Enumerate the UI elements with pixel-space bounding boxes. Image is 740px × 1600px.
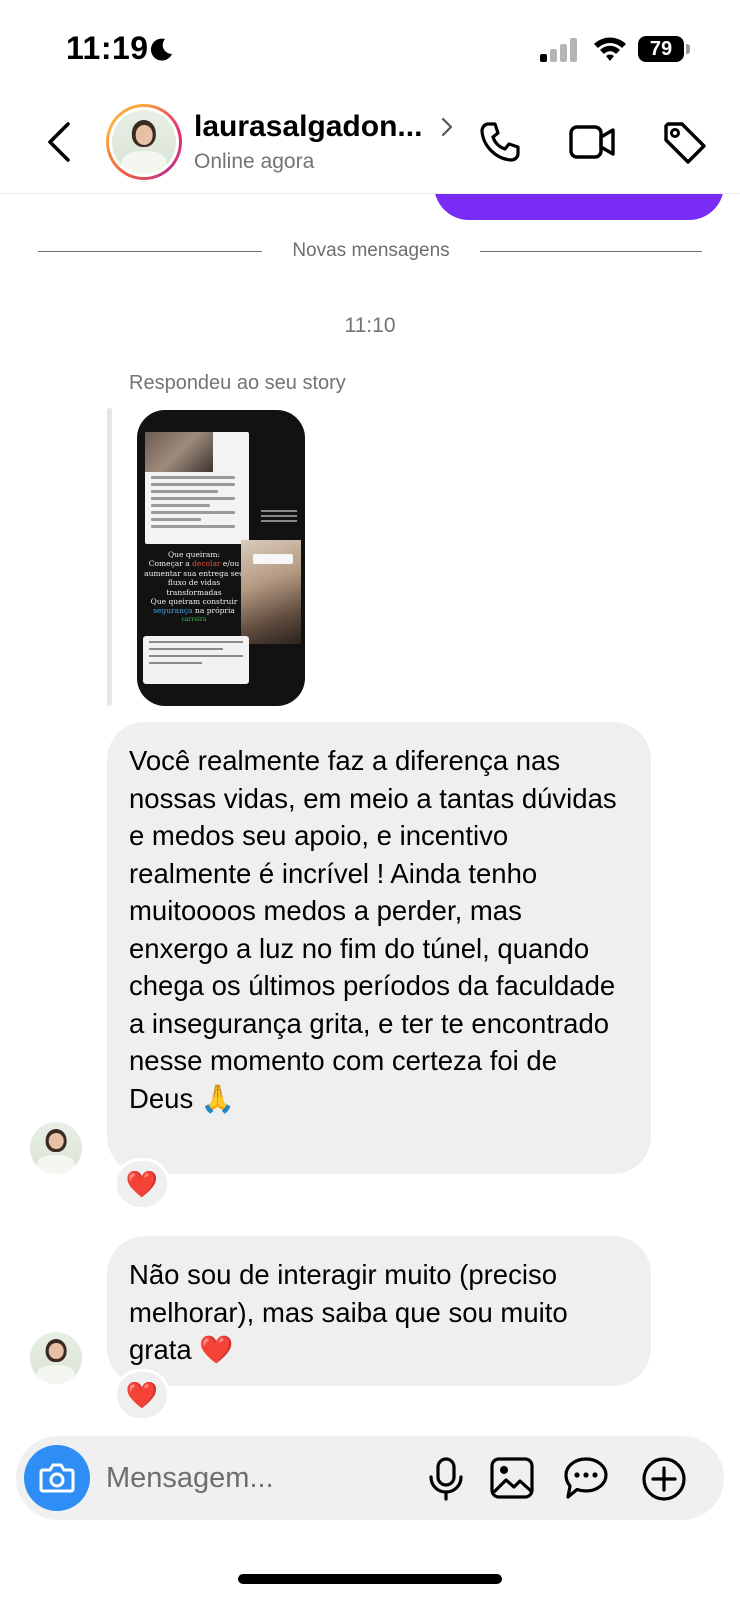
sender-avatar[interactable] [30,1332,82,1384]
plus-icon[interactable] [640,1455,688,1503]
story-photo [145,432,213,472]
signal-icon [540,38,577,62]
message-timestamp: 11:10 [344,314,396,337]
heart-reaction[interactable]: ❤️ [114,1158,170,1210]
incoming-message-bubble[interactable]: Não sou de interagir muito (preciso melh… [107,1236,651,1386]
story-reply-caption: Respondeu ao seu story [129,372,346,394]
microphone-icon[interactable] [424,1456,468,1502]
moon-icon [150,38,172,61]
dm-thread-screen: 11:19 79 laurasalgadon... Online agora N… [0,0,740,1600]
message-composer [16,1436,724,1520]
video-camera-icon[interactable] [568,122,616,162]
story-photo-2 [241,540,301,644]
back-icon[interactable] [44,120,74,164]
battery-tip [686,44,690,54]
chat-header: laurasalgadon... Online agora [0,96,740,194]
contact-online-status: Online agora [194,150,315,173]
incoming-message-bubble[interactable]: Você realmente faz a diferença nas nossa… [107,722,651,1174]
phone-icon[interactable] [478,120,522,164]
sender-avatar[interactable] [30,1122,82,1174]
sticker-icon[interactable] [563,1456,609,1500]
home-indicator[interactable] [238,1574,502,1584]
status-time: 11:19 [66,30,149,66]
story-thumbnail[interactable]: Que queiram: Começar a decolar e/ou aume… [137,410,305,706]
status-bar: 11:19 79 [0,0,740,96]
story-card-2 [143,636,249,684]
heart-icon: ❤️ [125,1380,159,1410]
story-text-lines [151,476,235,532]
camera-button[interactable] [24,1445,90,1511]
camera-icon [39,1463,75,1493]
message-input[interactable] [106,1450,406,1506]
contact-avatar[interactable] [106,104,182,180]
story-overlay-text: Que queiram: Começar a decolar e/ou aume… [144,550,244,623]
heart-reaction[interactable]: ❤️ [114,1369,170,1421]
story-reply-rail [107,408,112,706]
gallery-icon[interactable] [489,1456,535,1500]
contact-name[interactable]: laurasalgadon... [194,110,434,144]
divider-line [480,251,702,252]
heart-icon: ❤️ [125,1169,159,1199]
wifi-icon [594,37,626,61]
divider-line [38,251,262,252]
tag-icon[interactable] [662,120,708,166]
story-small-text [261,510,297,525]
new-messages-divider: Novas mensagens [292,240,450,261]
chevron-right-icon[interactable] [440,116,454,138]
battery-icon: 79 [638,36,684,62]
